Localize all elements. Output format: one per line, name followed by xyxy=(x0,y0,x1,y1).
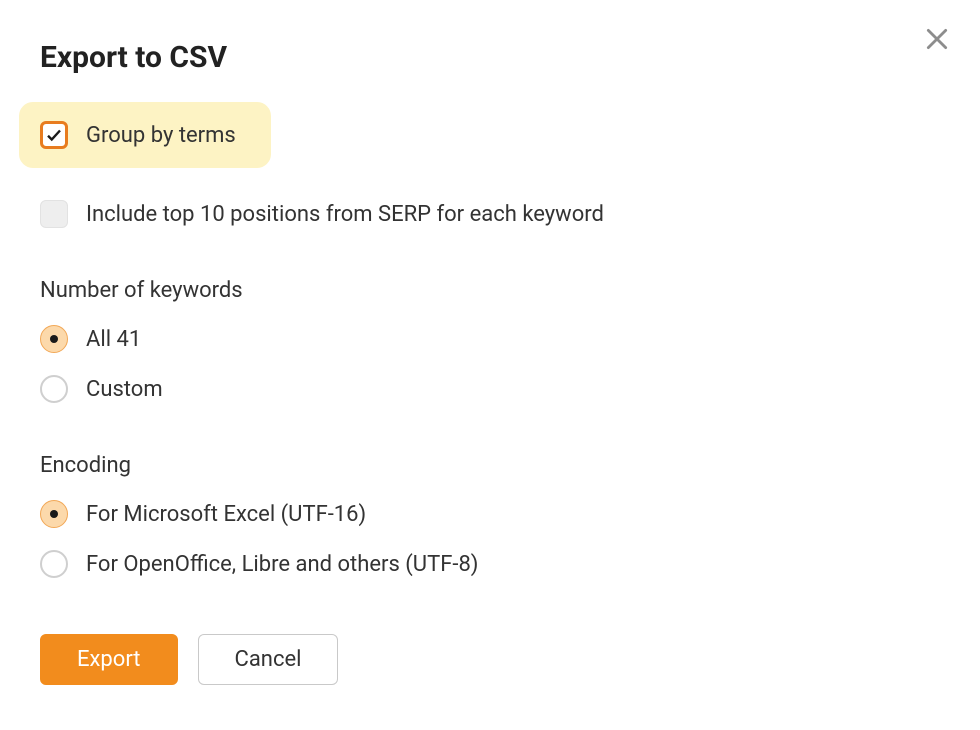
utf16-label: For Microsoft Excel (UTF-16) xyxy=(86,502,366,527)
dialog-button-row: Export Cancel xyxy=(40,634,940,685)
radio-row-utf16: For Microsoft Excel (UTF-16) xyxy=(40,500,940,528)
close-icon[interactable] xyxy=(924,26,950,52)
utf8-label: For OpenOffice, Libre and others (UTF-8) xyxy=(86,552,478,577)
group-by-terms-label: Group by terms xyxy=(86,123,236,148)
cancel-button[interactable]: Cancel xyxy=(198,634,339,685)
custom-keywords-radio[interactable] xyxy=(40,375,68,403)
include-top10-label: Include top 10 positions from SERP for e… xyxy=(86,202,604,227)
keywords-section-label: Number of keywords xyxy=(40,278,940,303)
export-button[interactable]: Export xyxy=(40,634,178,685)
utf8-radio[interactable] xyxy=(40,550,68,578)
include-top10-checkbox[interactable] xyxy=(40,200,68,228)
checkbox-row-include-top10: Include top 10 positions from SERP for e… xyxy=(40,200,940,228)
highlight-box: Group by terms xyxy=(19,102,271,168)
all-keywords-label: All 41 xyxy=(86,327,141,352)
encoding-section-label: Encoding xyxy=(40,453,940,478)
all-keywords-radio[interactable] xyxy=(40,325,68,353)
radio-row-custom-keywords: Custom xyxy=(40,375,940,403)
custom-keywords-label: Custom xyxy=(86,377,163,402)
group-by-terms-checkbox[interactable] xyxy=(40,121,68,149)
radio-row-all-keywords: All 41 xyxy=(40,325,940,353)
radio-row-utf8: For OpenOffice, Libre and others (UTF-8) xyxy=(40,550,940,578)
export-csv-dialog: Export to CSV Group by terms Include top… xyxy=(0,0,980,725)
dialog-title: Export to CSV xyxy=(40,40,940,75)
checkbox-row-group-by-terms: Group by terms xyxy=(40,121,940,178)
utf16-radio[interactable] xyxy=(40,500,68,528)
